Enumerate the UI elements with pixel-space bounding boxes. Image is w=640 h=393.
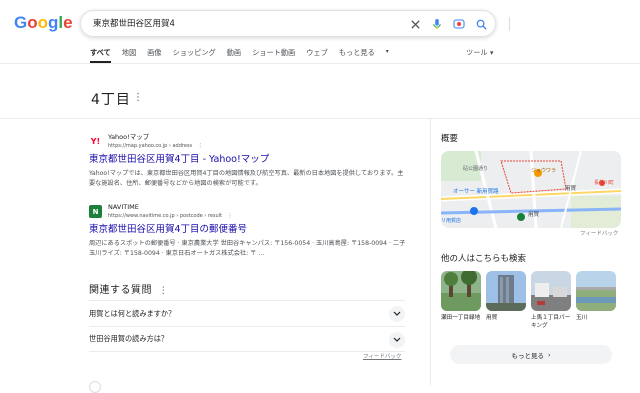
header: Google 東京都世田谷区用賀4 すべて 地図 画像 ショッピング 動画 ショート動画ウ… xyxy=(0,0,640,64)
feedback-link[interactable]: フィードバック xyxy=(580,229,618,237)
logo-letter: g xyxy=(48,13,59,32)
site-name: Yahoo!マップ xyxy=(108,133,150,141)
page-title: 4丁目 xyxy=(91,92,131,108)
divider xyxy=(0,118,640,119)
search-result: Y! Yahoo!マップ https://map.yahoo.co.jp › a… xyxy=(89,133,409,189)
clear-icon[interactable] xyxy=(407,16,423,32)
item-label: 上馬１丁目パーキング xyxy=(531,315,571,329)
faq-item[interactable]: 世田谷用賀の読み方は？ xyxy=(89,326,405,352)
tools-button[interactable]: ツール ▾ xyxy=(466,48,493,58)
people-also-item[interactable]: 玉川 xyxy=(576,271,616,330)
tools-label: ツール xyxy=(466,48,488,57)
map-label: ジョウワラ xyxy=(531,168,557,174)
tab-5[interactable]: ショート動画 xyxy=(252,48,295,63)
logo-letter: e xyxy=(63,13,73,32)
map-label: 長谷川町 xyxy=(594,180,615,186)
thumbnail-image xyxy=(576,271,616,311)
chevron-down-icon: ▾ xyxy=(489,48,494,57)
map-thumbnail[interactable]: 砧公園通り ジョウワラ オーサー 新用賀路 用賀 長谷川町 リ用賀店 用賀 xyxy=(441,151,621,228)
tab-3[interactable]: ショッピング xyxy=(173,48,216,63)
map-label: 用賀 xyxy=(528,212,540,218)
camera-lens-icon[interactable] xyxy=(451,16,467,32)
chevron-down-icon[interactable] xyxy=(389,306,405,322)
divider xyxy=(430,118,431,385)
map-label: オーサー 新用賀路 xyxy=(453,189,499,195)
logo-letter: G xyxy=(14,13,28,32)
tab-1[interactable]: 地図 xyxy=(122,48,136,63)
favicon-icon xyxy=(89,381,101,393)
navitime-favicon-icon: N xyxy=(89,205,102,218)
result-title-link[interactable]: 東京都世田谷区用賀4丁目の郵便番号 xyxy=(89,223,409,236)
result-snippet: Yahoo!マップでは、東京都世田谷区用賀4丁目の地図情報及び航空写真、最新の日… xyxy=(89,170,404,187)
divider xyxy=(509,17,510,31)
logo-letter: o xyxy=(27,13,38,32)
tab-6[interactable]: ウェブ xyxy=(306,48,328,63)
tab-7[interactable]: もっと見る xyxy=(339,48,375,63)
search-box[interactable]: 東京都世田谷区用賀4 xyxy=(80,10,510,37)
item-label: 用賀 xyxy=(486,315,498,321)
yahoo-favicon-icon: Y! xyxy=(90,137,101,146)
related-questions-heading: 関連する質問 ⋮ xyxy=(89,285,169,296)
google-logo[interactable]: Google xyxy=(14,13,73,33)
chevron-down-icon[interactable] xyxy=(389,332,405,348)
site-url: https://map.yahoo.co.jp › address ⋮ xyxy=(108,143,203,149)
tab-0[interactable]: すべて xyxy=(90,48,111,63)
overview-heading: 概要 xyxy=(441,134,459,144)
microphone-icon[interactable] xyxy=(429,16,445,32)
faq-question: 世田谷用賀の読み方は？ xyxy=(89,334,169,343)
search-result: N NAVITIME https://www.navitime.co.jp › … xyxy=(89,203,409,259)
search-tabs: すべて 地図 画像 ショッピング 動画 ショート動画 ウェブ もっと見る ▾ xyxy=(90,48,400,63)
tab-2[interactable]: 画像 xyxy=(147,48,161,63)
item-label: 瀬田一丁目緑地 xyxy=(441,315,481,321)
more-button-label: もっと見る xyxy=(511,351,544,360)
people-also-item[interactable]: 用賀 xyxy=(486,271,526,330)
map-label: リ用賀店 xyxy=(441,218,462,224)
result-snippet: 周辺にあるスポットの郵便番号 · 東京農業大学 世田谷キャンパス: 〒156-0… xyxy=(89,240,406,257)
map-label: 用賀 xyxy=(565,186,577,192)
thumbnail-image xyxy=(441,271,481,311)
chevron-right-icon: › xyxy=(547,350,551,359)
site-url: https://www.navitime.co.jp › postcode › … xyxy=(108,213,233,219)
result-title-link[interactable]: 東京都世田谷区用賀4丁目 - Yahoo!マップ xyxy=(89,153,409,166)
people-also-item[interactable]: 瀬田一丁目緑地 xyxy=(441,271,481,330)
chevron-down-icon: ▾ xyxy=(385,48,389,55)
more-options-icon[interactable]: ⋮ xyxy=(133,92,143,103)
faq-item[interactable]: 用賀とは何と読みますか？ xyxy=(89,300,405,326)
search-icon[interactable] xyxy=(473,16,489,32)
feedback-link[interactable]: フィードバック xyxy=(363,352,401,360)
people-also-search-heading: 他の人はこちらも検索 xyxy=(441,254,527,264)
item-label: 玉川 xyxy=(576,315,588,321)
thumbnail-image xyxy=(531,271,571,311)
site-name: NAVITIME xyxy=(108,203,139,211)
more-button[interactable]: もっと見る › xyxy=(450,345,612,364)
logo-letter: o xyxy=(37,13,49,32)
search-input[interactable]: 東京都世田谷区用賀4 xyxy=(93,17,175,29)
map-label: 砧公園通り xyxy=(463,166,489,172)
people-also-item[interactable]: 上馬１丁目パーキング xyxy=(531,271,571,330)
tab-4[interactable]: 動画 xyxy=(227,48,241,63)
faq-question: 用賀とは何と読みますか？ xyxy=(89,308,176,318)
thumbnail-image xyxy=(486,271,526,311)
